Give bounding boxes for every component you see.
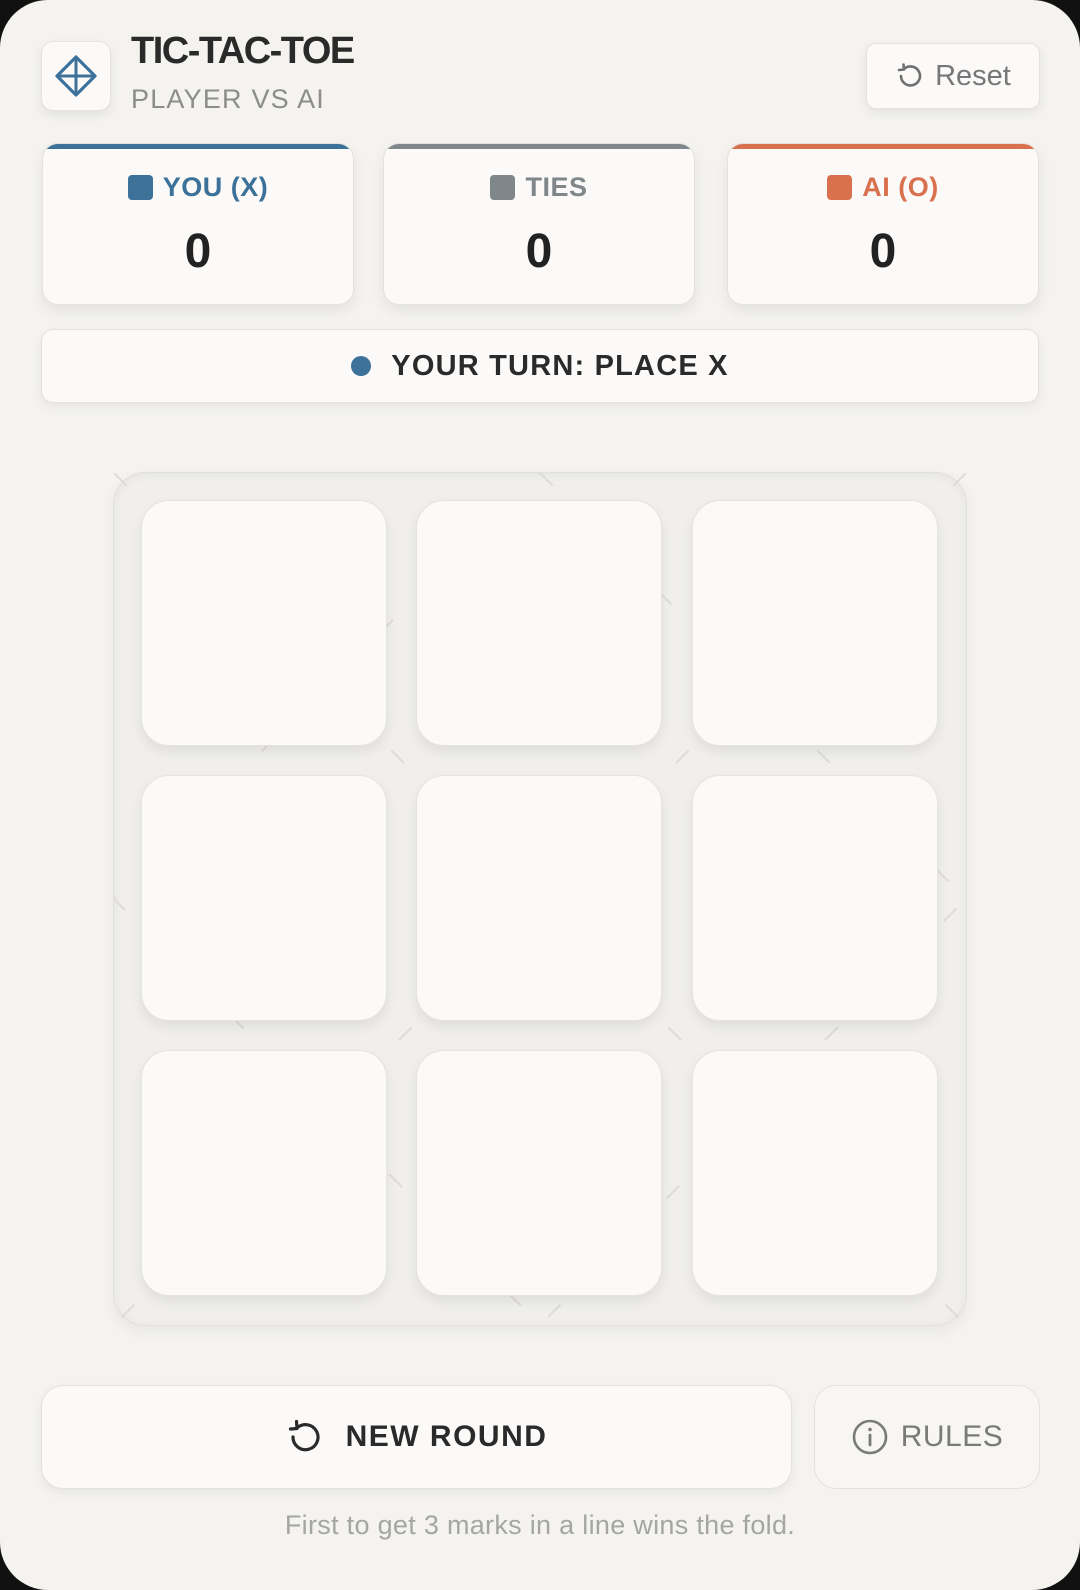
score-accent-bar — [384, 144, 694, 149]
score-label-ties: TIES — [384, 172, 694, 203]
color-swatch — [827, 175, 853, 200]
score-card-you: YOU (X) 0 — [42, 143, 354, 305]
score-label-text: TIES — [525, 172, 588, 202]
rules-label: RULES — [900, 1420, 1004, 1453]
turn-status-text: YOUR TURN: PLACE X — [391, 349, 729, 382]
score-label-text: AI (O) — [862, 172, 939, 202]
game-board — [113, 472, 967, 1326]
score-card-ai: AI (O) 0 — [727, 143, 1039, 305]
game-card: TIC-TAC-TOE PLAYER VS AI Reset YOU (X) 0… — [0, 0, 1080, 1590]
board-cell-3[interactable] — [692, 500, 938, 746]
color-swatch — [127, 175, 153, 200]
score-value-ai: 0 — [869, 225, 897, 278]
board-cell-7[interactable] — [141, 1050, 387, 1296]
color-swatch — [490, 175, 516, 200]
turn-status: YOUR TURN: PLACE X — [41, 329, 1039, 403]
board-cell-1[interactable] — [141, 500, 387, 746]
new-round-label: NEW ROUND — [345, 1420, 548, 1453]
rotate-ccw-icon — [288, 1419, 320, 1452]
board-cell-4[interactable] — [141, 775, 387, 1021]
rules-button[interactable]: RULES — [814, 1385, 1040, 1489]
board-cell-9[interactable] — [692, 1050, 938, 1296]
page-subtitle: PLAYER VS AI — [131, 84, 325, 114]
info-icon — [852, 1419, 888, 1455]
footer-hint: First to get 3 marks in a line wins the … — [284, 1510, 796, 1540]
page-title: TIC-TAC-TOE — [131, 30, 355, 72]
diamond-crosshair-icon — [55, 55, 97, 97]
board-cell-6[interactable] — [692, 775, 938, 1021]
turn-indicator-dot — [351, 356, 372, 376]
reset-button[interactable]: Reset — [866, 43, 1040, 109]
score-value-you: 0 — [184, 225, 212, 278]
board-cell-2[interactable] — [416, 500, 662, 746]
score-accent-bar — [728, 144, 1038, 149]
rotate-ccw-icon — [897, 63, 922, 87]
score-label-text: YOU (X) — [162, 172, 269, 202]
score-accent-bar — [43, 144, 353, 149]
score-label-ai: AI (O) — [728, 172, 1038, 203]
reset-label: Reset — [935, 59, 1011, 92]
logo — [41, 41, 111, 111]
board-cell-8[interactable] — [416, 1050, 662, 1296]
new-round-button[interactable]: NEW ROUND — [41, 1385, 792, 1489]
board-cell-5[interactable] — [416, 775, 662, 1021]
score-label-you: YOU (X) — [43, 172, 353, 203]
score-card-ties: TIES 0 — [383, 143, 695, 305]
score-value-ties: 0 — [525, 225, 553, 278]
